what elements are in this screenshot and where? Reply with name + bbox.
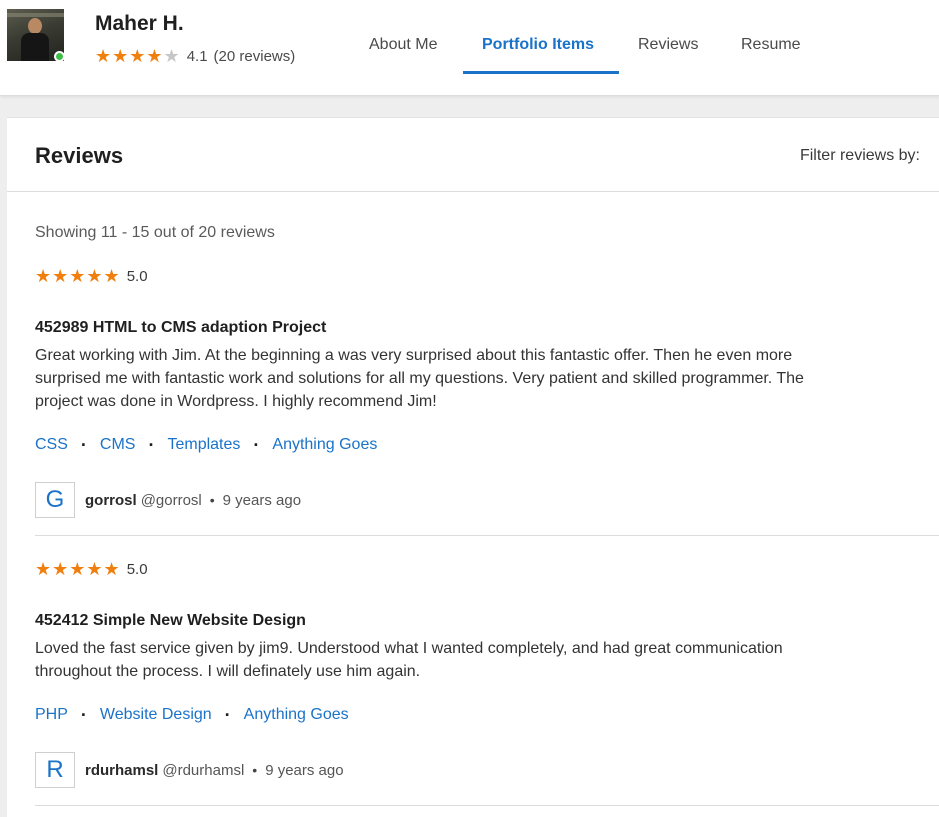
review-rating-value: 5.0 — [126, 560, 148, 578]
star-rating-icon: ★★★★★ — [35, 558, 121, 579]
online-status-icon — [54, 51, 65, 62]
tag-separator: · — [224, 705, 231, 725]
review-rating-value: 5.0 — [126, 267, 148, 285]
reviewer-avatar[interactable]: G — [35, 482, 75, 518]
review-tags: PHP · Website Design · Anything Goes — [35, 706, 349, 724]
tag-link[interactable]: PHP — [35, 706, 68, 724]
tag-link[interactable]: Website Design — [100, 706, 212, 724]
review-divider — [35, 805, 939, 806]
reviews-header: Reviews Filter reviews by: — [7, 118, 939, 192]
reviewer-info: G gorrosl @gorrosl • 9 years ago — [35, 482, 301, 518]
tab-resume[interactable]: Resume — [741, 36, 801, 54]
review-time: 9 years ago — [265, 761, 344, 779]
review-count: (20 reviews) — [213, 48, 296, 65]
avatar-background — [7, 13, 64, 17]
profile-header: Maher H. ★★★★★ 4.1 (20 reviews) About Me… — [0, 0, 939, 96]
review-rating: ★★★★★ 5.0 — [35, 559, 939, 579]
filter-reviews-dropdown[interactable]: Filter reviews by: — [800, 147, 920, 165]
rating-value: 4.1 — [186, 48, 208, 65]
star-rating-icon: ★★★★★ — [95, 46, 181, 66]
review-body: Great working with Jim. At the beginning… — [35, 347, 804, 410]
review-title[interactable]: 452989 HTML to CMS adaption Project — [35, 319, 326, 337]
tag-separator: · — [148, 435, 155, 455]
reviews-card: Reviews Filter reviews by: Showing 11 - … — [7, 117, 939, 817]
reviewer-handle: @rdurhamsl — [162, 761, 245, 779]
tag-link[interactable]: CSS — [35, 436, 68, 454]
showing-count: Showing 11 - 15 out of 20 reviews — [35, 224, 275, 241]
reviewer-avatar[interactable]: R — [35, 752, 75, 788]
reviewer-name[interactable]: gorrosl — [85, 492, 137, 509]
profile-name: Maher H. — [95, 12, 184, 35]
separator-dot: • — [209, 492, 215, 508]
review-item: ★★★★★ 5.0 452412 Simple New Website Desi… — [35, 559, 939, 788]
tag-separator: · — [253, 435, 260, 455]
tag-link[interactable]: Anything Goes — [272, 436, 377, 454]
review-divider — [35, 535, 939, 536]
tag-separator: · — [80, 705, 87, 725]
review-title[interactable]: 452412 Simple New Website Design — [35, 612, 306, 630]
active-tab-indicator — [463, 71, 619, 74]
reviewer-info: R rdurhamsl @rdurhamsl • 9 years ago — [35, 752, 344, 788]
separator-dot: • — [252, 762, 258, 778]
tag-link[interactable]: CMS — [100, 436, 136, 454]
avatar-body — [21, 33, 49, 61]
review-tags: CSS · CMS · Templates · Anything Goes — [35, 436, 377, 454]
review-time: 9 years ago — [222, 491, 302, 509]
tab-portfolio-items[interactable]: Portfolio Items — [482, 36, 594, 54]
reviewer-name[interactable]: rdurhamsl — [85, 762, 158, 779]
profile-rating: ★★★★★ 4.1 (20 reviews) — [95, 46, 295, 67]
review-rating: ★★★★★ 5.0 — [35, 266, 939, 286]
reviewer-handle: @gorrosl — [140, 491, 202, 509]
tab-reviews[interactable]: Reviews — [638, 36, 698, 54]
avatar-head — [28, 18, 42, 34]
tab-about-me[interactable]: About Me — [369, 36, 437, 54]
tag-link[interactable]: Anything Goes — [244, 706, 349, 724]
star-rating-icon: ★★★★★ — [35, 265, 121, 286]
tag-link[interactable]: Templates — [167, 436, 240, 454]
review-body: Loved the fast service given by jim9. Un… — [35, 640, 783, 680]
reviews-title: Reviews — [35, 143, 124, 168]
tag-separator: · — [80, 435, 87, 455]
review-item: ★★★★★ 5.0 452989 HTML to CMS adaption Pr… — [35, 266, 939, 518]
